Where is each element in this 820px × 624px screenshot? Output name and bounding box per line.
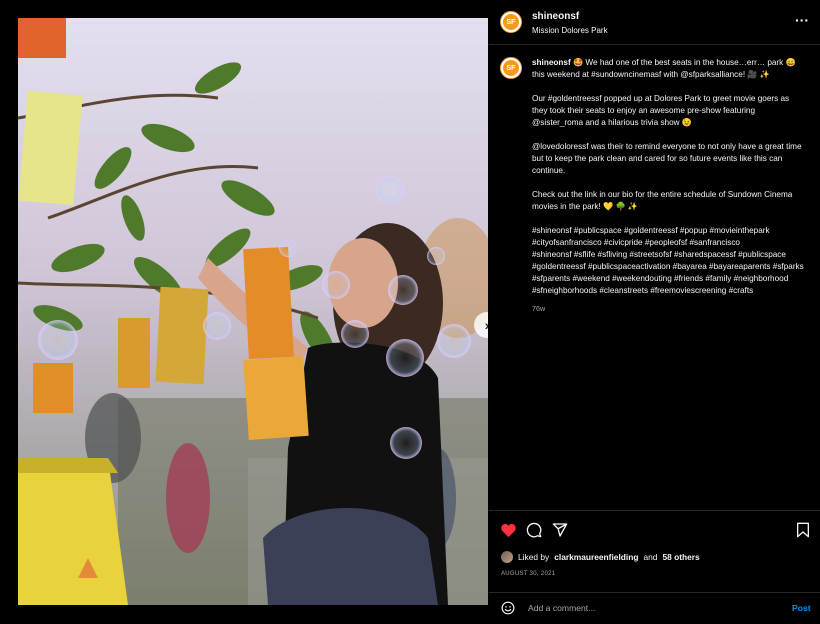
- caption-avatar[interactable]: SF: [500, 57, 522, 79]
- liker-avatar[interactable]: [501, 551, 513, 563]
- liked-by-user[interactable]: clarkmaureenfielding: [554, 552, 638, 562]
- comment-bar: Post: [489, 592, 820, 624]
- chevron-right-icon: ›: [485, 318, 488, 332]
- post-actions: Liked by clarkmaureenfielding and 58 oth…: [489, 510, 820, 623]
- caption-paragraph: Check out the link in our bio for the en…: [532, 190, 795, 211]
- header-location[interactable]: Mission Dolores Park: [532, 26, 608, 35]
- post-date[interactable]: AUGUST 30, 2021: [501, 571, 555, 577]
- heart-filled-icon[interactable]: [500, 522, 517, 538]
- more-horizontal-icon[interactable]: ···: [795, 12, 809, 28]
- avatar-logo: SF: [503, 14, 519, 30]
- caption-paragraph: @lovedoloressf was their to remind every…: [532, 142, 804, 175]
- caption-area: SF shineonsf 🤩 We had one of the best se…: [489, 45, 820, 509]
- caption-avatar-logo: SF: [503, 60, 519, 76]
- header-username[interactable]: shineonsf: [532, 11, 579, 22]
- liked-by-and: and: [643, 552, 658, 562]
- comment-icon[interactable]: [526, 522, 542, 538]
- caption-hashtags: #shineonsf #publicspace #goldentreessf #…: [532, 226, 804, 295]
- caption-text: 🤩 We had one of the best seats in the ho…: [532, 58, 798, 79]
- post-header: SF shineonsf Mission Dolores Park ···: [489, 0, 820, 45]
- post-panel: SF shineonsf Mission Dolores Park ··· SF…: [489, 0, 820, 622]
- time-ago[interactable]: 76w: [532, 303, 804, 315]
- emoji-icon[interactable]: [501, 601, 515, 615]
- liked-by: Liked by clarkmaureenfielding and 58 oth…: [501, 551, 700, 563]
- bookmark-icon[interactable]: [796, 522, 810, 538]
- post-caption: shineonsf 🤩 We had one of the best seats…: [532, 57, 804, 315]
- liked-by-others[interactable]: 58 others: [662, 552, 699, 562]
- caption-paragraph: shineonsf 🤩 We had one of the best seats…: [532, 57, 804, 81]
- liked-by-prefix: Liked by: [518, 552, 550, 562]
- caption-paragraph: Our #goldentreessf popped up at Dolores …: [532, 94, 792, 127]
- caption-username[interactable]: shineonsf: [532, 58, 571, 67]
- share-icon[interactable]: [552, 522, 568, 538]
- comment-input[interactable]: [526, 602, 760, 614]
- post-photo[interactable]: ›: [18, 18, 488, 605]
- post-comment-button[interactable]: Post: [792, 603, 811, 613]
- photo-illustration: [18, 18, 488, 605]
- avatar[interactable]: SF: [500, 11, 522, 33]
